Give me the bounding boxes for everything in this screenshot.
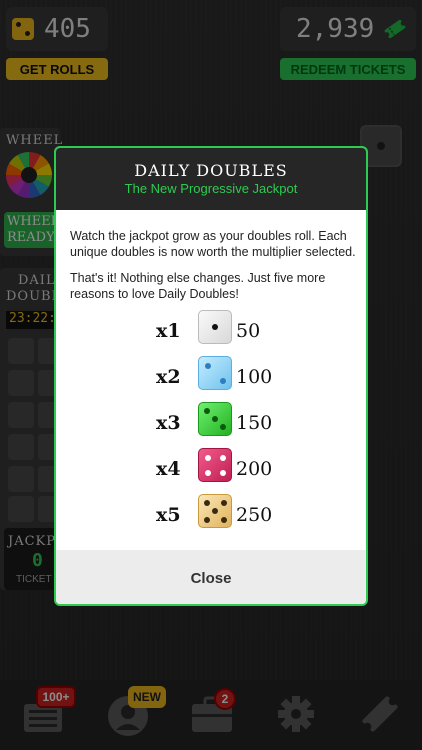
multiplier-label: x2 [156, 366, 181, 388]
multiplier-value: 200 [236, 458, 273, 480]
multiplier-row: x1 50 [56, 310, 366, 350]
multiplier-value: 50 [236, 320, 261, 342]
multiplier-row: x2 100 [56, 356, 366, 396]
multiplier-value: 250 [236, 504, 273, 526]
multiplier-label: x4 [156, 458, 181, 480]
multiplier-row: x5 250 [56, 494, 366, 534]
pink-die-icon [198, 448, 232, 482]
dialog-body: Watch the jackpot grow as your doubles r… [70, 228, 360, 312]
multiplier-label: x5 [156, 504, 181, 526]
multiplier-value: 150 [236, 412, 273, 434]
multiplier-value: 100 [236, 366, 273, 388]
dialog-paragraph: That's it! Nothing else changes. Just fi… [70, 271, 326, 301]
multiplier-label: x3 [156, 412, 181, 434]
close-button[interactable]: Close [56, 550, 366, 604]
green-die-icon [198, 402, 232, 436]
dialog-subtitle: The New Progressive Jackpot [124, 181, 298, 196]
multiplier-row: x3 150 [56, 402, 366, 442]
multiplier-label: x1 [156, 320, 181, 342]
dialog-paragraph: Watch the jackpot grow as your doubles r… [70, 229, 356, 259]
dialog-title: DAILY DOUBLES [134, 161, 288, 180]
daily-doubles-dialog: DAILY DOUBLES The New Progressive Jackpo… [54, 146, 368, 606]
white-die-icon [198, 310, 232, 344]
dialog-header: DAILY DOUBLES The New Progressive Jackpo… [56, 148, 366, 210]
multiplier-row: x4 200 [56, 448, 366, 488]
blue-die-icon [198, 356, 232, 390]
gold-die-icon [198, 494, 232, 528]
